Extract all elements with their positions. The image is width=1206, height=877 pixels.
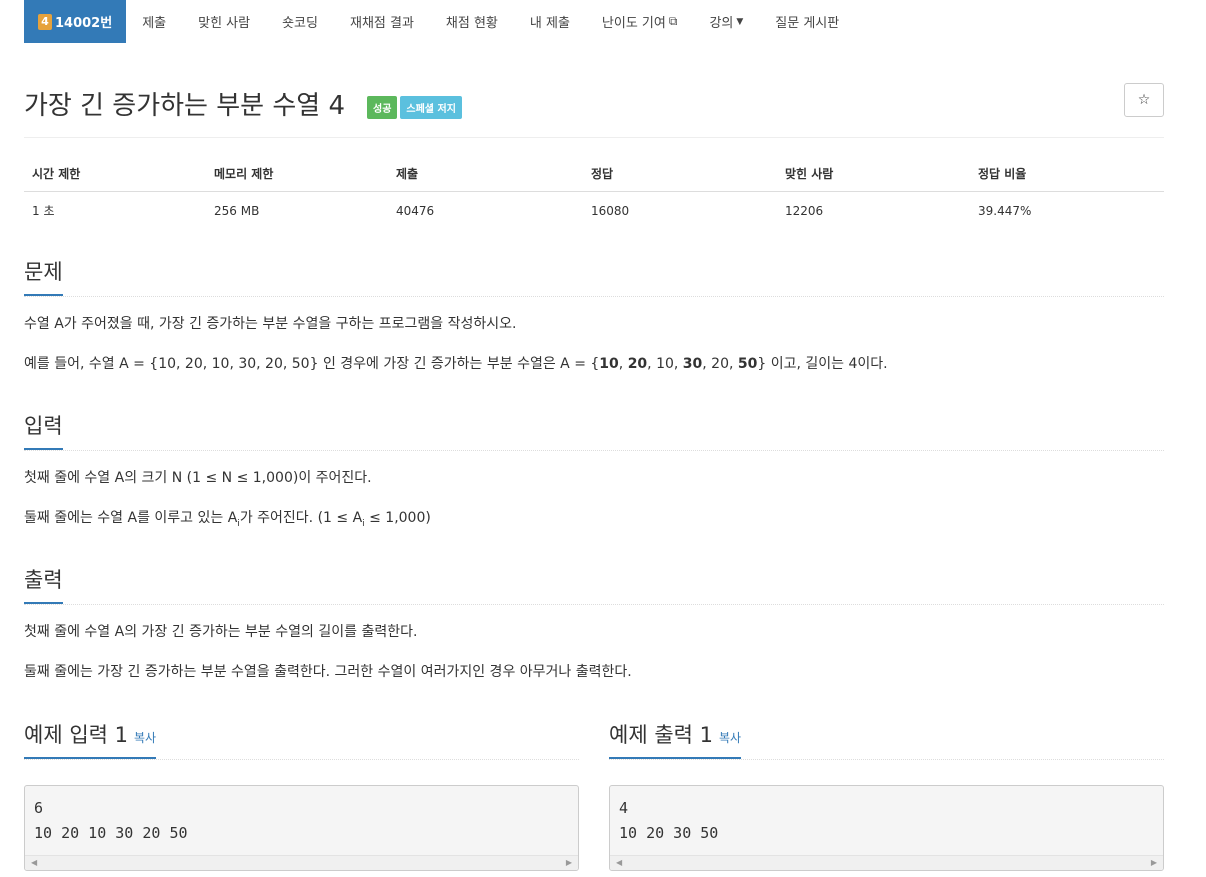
table-header-row: 시간 제한 메모리 제한 제출 정답 맞힌 사람 정답 비율	[24, 157, 1164, 192]
description-line-1: 수열 A가 주어졌을 때, 가장 긴 증가하는 부분 수열을 구하는 프로그램을…	[24, 316, 517, 332]
nav-qna-board[interactable]: 질문 게시판	[759, 0, 855, 43]
input-heading: 입력	[24, 410, 63, 450]
success-badge: 성공	[367, 96, 398, 119]
header-accepted: 정답	[583, 157, 777, 192]
header-solved-users: 맞힌 사람	[777, 157, 970, 192]
input-section: 입력 첫째 줄에 수열 A의 크기 N (1 ≤ N ≤ 1,000)이 주어진…	[24, 414, 1164, 535]
sample-output-heading: 예제 출력 1 복사	[609, 719, 742, 759]
output-line-2: 둘째 줄에는 가장 긴 증가하는 부분 수열을 출력한다. 그러한 수열이 여러…	[24, 664, 632, 680]
header-memory-limit: 메모리 제한	[206, 157, 388, 192]
nav-lectures[interactable]: 강의 ▼	[693, 0, 759, 43]
bold-value: 20	[627, 356, 648, 372]
nav-solved-users-label: 맞힌 사람	[198, 16, 251, 31]
nav-problem-label: 14002번	[55, 16, 113, 31]
nav-judge-status[interactable]: 채점 현황	[430, 0, 514, 43]
horizontal-scrollbar[interactable]: ◀ ▶	[610, 855, 1163, 870]
nav-judge-status-label: 채점 현황	[445, 16, 498, 31]
problem-info-table: 시간 제한 메모리 제한 제출 정답 맞힌 사람 정답 비율 1 초 256 M…	[24, 157, 1164, 229]
description-section: 문제 수열 A가 주어졌을 때, 가장 긴 증가하는 부분 수열을 구하는 프로…	[24, 260, 1164, 375]
nav-submit[interactable]: 제출	[126, 0, 182, 43]
input-line-1: 첫째 줄에 수열 A의 크기 N (1 ≤ N ≤ 1,000)이 주어진다.	[24, 470, 372, 486]
caret-down-icon: ▼	[736, 16, 744, 27]
external-link-icon: ⧉	[668, 14, 678, 28]
top-navigation: 4 14002번 제출 맞힌 사람 숏코딩 재채점 결과 채점 현황 내 제출 …	[24, 0, 855, 43]
sample-output-section: 예제 출력 1 복사 4 10 20 30 50 ◀ ▶	[609, 718, 1164, 871]
header-time-limit: 시간 제한	[24, 157, 206, 192]
sample-input-heading: 예제 입력 1 복사	[24, 719, 157, 759]
sample-output-code: 4 10 20 30 50	[619, 799, 719, 842]
scroll-right-icon[interactable]: ▶	[1151, 858, 1157, 867]
input-line-2: 둘째 줄에는 수열 A를 이루고 있는 Ai가 주어진다. (1 ≤ Ai ≤ …	[24, 507, 1164, 535]
nav-difficulty-label: 난이도 기여	[601, 16, 666, 31]
value-accept-ratio: 39.447%	[978, 203, 1032, 218]
copy-output-button[interactable]: 복사	[719, 731, 741, 745]
description-text: ,	[618, 356, 628, 372]
description-text: , 20,	[702, 356, 738, 372]
description-text: } 이고, 길이는 4이다.	[757, 356, 888, 372]
input-text: ≤ 1,000)	[364, 510, 431, 526]
tier-badge-icon: 4	[38, 13, 52, 30]
description-heading: 문제	[24, 256, 63, 296]
header-submissions: 제출	[388, 157, 583, 192]
nav-solved-users[interactable]: 맞힌 사람	[182, 0, 266, 43]
input-text: 둘째 줄에는 수열 A를 이루고 있는 A	[24, 510, 238, 526]
description-line-2: 예를 들어, 수열 A = {10, 20, 10, 30, 20, 50} 인…	[24, 353, 1164, 375]
nav-rejudge-results-label: 재채점 결과	[349, 16, 414, 31]
nav-my-submissions-label: 내 제출	[529, 16, 570, 31]
nav-difficulty-contribution[interactable]: 난이도 기여 ⧉	[586, 0, 694, 43]
nav-rejudge-results[interactable]: 재채점 결과	[334, 0, 430, 43]
nav-submit-label: 제출	[142, 16, 167, 31]
value-submissions: 40476	[396, 203, 435, 218]
bold-value: 50	[737, 356, 758, 372]
value-accepted: 16080	[591, 203, 630, 218]
problem-badges: 성공 스페셜 저지	[367, 96, 462, 119]
table-row: 1 초 256 MB 40476 16080 12206 39.447%	[24, 192, 1164, 230]
special-judge-badge: 스페셜 저지	[400, 96, 462, 119]
input-text: 가 주어진다. (1 ≤ A	[239, 510, 363, 526]
scroll-right-icon[interactable]: ▶	[566, 858, 572, 867]
value-time-limit: 1 초	[32, 204, 55, 218]
header-accept-ratio: 정답 비율	[970, 157, 1164, 192]
scroll-left-icon[interactable]: ◀	[616, 858, 622, 867]
bold-value: 30	[682, 356, 703, 372]
nav-qna-board-label: 질문 게시판	[775, 16, 840, 31]
description-text: , 10,	[647, 356, 683, 372]
output-section: 출력 첫째 줄에 수열 A의 가장 긴 증가하는 부분 수열의 길이를 출력한다…	[24, 568, 1164, 683]
sample-input-section: 예제 입력 1 복사 6 10 20 10 30 20 50 ◀ ▶	[24, 718, 579, 871]
output-line-1: 첫째 줄에 수열 A의 가장 긴 증가하는 부분 수열의 길이를 출력한다.	[24, 624, 418, 640]
sample-input-box[interactable]: 6 10 20 10 30 20 50 ◀ ▶	[24, 785, 579, 871]
description-text: 예를 들어, 수열 A = {10, 20, 10, 30, 20, 50} 인…	[24, 356, 600, 372]
nav-short-coding[interactable]: 숏코딩	[266, 0, 334, 43]
bold-value: 10	[599, 356, 619, 372]
star-icon[interactable]: ☆	[1124, 83, 1164, 117]
sample-input-title: 예제 입력 1	[24, 723, 128, 747]
nav-lectures-label: 강의	[709, 16, 734, 31]
nav-my-submissions[interactable]: 내 제출	[514, 0, 586, 43]
output-heading: 출력	[24, 564, 63, 604]
value-solved-users: 12206	[785, 203, 824, 218]
nav-short-coding-label: 숏코딩	[282, 16, 318, 31]
horizontal-scrollbar[interactable]: ◀ ▶	[25, 855, 578, 870]
problem-header: 가장 긴 증가하는 부분 수열 4 성공 스페셜 저지 ☆	[24, 83, 1164, 138]
scroll-left-icon[interactable]: ◀	[31, 858, 37, 867]
problem-title: 가장 긴 증가하는 부분 수열 4	[24, 91, 345, 121]
value-memory-limit: 256 MB	[214, 203, 260, 218]
nav-problem-tab[interactable]: 4 14002번	[24, 0, 127, 43]
sample-output-title: 예제 출력 1	[609, 723, 713, 747]
copy-input-button[interactable]: 복사	[134, 731, 156, 745]
sample-input-code: 6 10 20 10 30 20 50	[34, 799, 188, 842]
sample-output-box[interactable]: 4 10 20 30 50 ◀ ▶	[609, 785, 1164, 871]
